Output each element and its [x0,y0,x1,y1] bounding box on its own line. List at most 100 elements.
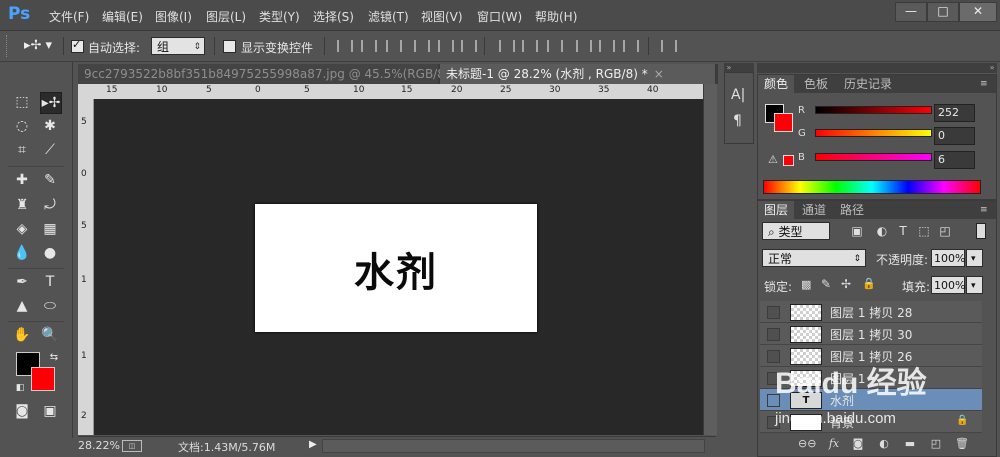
align-top-icon[interactable] [337,40,353,52]
history-brush-tool-icon[interactable]: ⤾ [40,195,60,215]
distribute-left-icon[interactable] [576,40,592,52]
menu-filter[interactable]: 滤镜(T) [368,8,409,25]
hand-tool-icon[interactable]: ✋ [12,325,32,345]
menu-help[interactable]: 帮助(H) [535,8,577,25]
canvas-text-layer[interactable]: 水剂 [255,240,537,298]
menu-window[interactable]: 窗口(W) [477,8,522,25]
tab-document-jpg[interactable]: 9cc2793522b8bf351b84975255998a87.jpg @ 4… [78,64,485,84]
pen-tool-icon[interactable]: ✒ [12,272,32,292]
eraser-tool-icon[interactable]: ◈ [12,219,32,239]
crop-tool-icon[interactable]: ⌗ [12,140,32,160]
menu-select[interactable]: 选择(S) [313,8,354,25]
lock-all-icon[interactable]: 🔒 [862,277,876,290]
paragraph-panel-icon[interactable]: ¶ [733,113,742,129]
show-transform-checkbox[interactable] [223,40,236,53]
zoom-level[interactable]: 28.22% [78,439,120,452]
tab-history[interactable]: 历史记录 [838,75,898,93]
distribute-bottom-icon[interactable] [547,40,563,52]
swap-colors-icon[interactable]: ⇆ [44,348,64,368]
visibility-toggle[interactable] [767,306,780,319]
tab-color[interactable]: 颜色 [758,75,795,93]
close-tab-icon[interactable]: × [654,67,664,81]
character-panel-icon[interactable]: A| [731,87,745,103]
dodge-tool-icon[interactable]: ● [40,243,60,263]
g-value-input[interactable]: 0 [934,127,975,145]
close-button[interactable]: ✕ [959,2,997,22]
default-colors-icon[interactable]: ◧ [10,378,30,398]
gradient-tool-icon[interactable]: ▦ [40,219,60,239]
layer-row[interactable]: 图层 1 拷贝 28 [760,301,982,323]
fill-input[interactable]: 100% [931,276,965,294]
r-value-input[interactable]: 252 [934,104,975,122]
lasso-tool-icon[interactable]: ◌ [12,116,32,136]
color-spectrum-bar[interactable] [763,180,981,194]
vertical-scrollbar[interactable] [703,84,717,435]
tab-paths[interactable]: 路径 [834,201,870,219]
filter-toggle[interactable] [976,223,986,239]
type-tool-icon[interactable]: T [40,272,60,292]
ellipse-tool-icon[interactable]: ⬭ [40,296,60,316]
tab-channels[interactable]: 通道 [796,201,832,219]
filter-adjustment-icon[interactable]: ◐ [875,224,889,238]
zoom-tool-icon[interactable]: 🔍 [40,325,60,345]
align-right-icon[interactable] [461,40,477,52]
distribute-vcenter-icon[interactable] [522,40,538,52]
status-menu-arrow-icon[interactable]: ▶ [309,439,317,450]
layer-filter-dropdown[interactable]: ⌕ 类型 [762,222,830,240]
distribute-top-icon[interactable] [499,40,515,52]
zoom-preview-icon[interactable]: ◫ [122,440,142,452]
b-value-input[interactable]: 6 [934,151,975,169]
move-tool-icon[interactable]: ▸✢ [40,92,62,114]
panels-collapse-strip[interactable]: » [757,63,997,73]
align-hcenter-icon[interactable] [438,40,454,52]
menu-view[interactable]: 视图(V) [421,8,463,25]
menu-type[interactable]: 类型(Y) [259,8,300,25]
auto-align-layers-icon[interactable] [661,40,677,52]
filter-shape-icon[interactable]: ⬚ [917,224,931,238]
b-slider[interactable] [815,153,932,161]
gamut-color-chip[interactable] [783,155,794,166]
panel-menu-icon[interactable]: ≡ [980,205,988,215]
menu-file[interactable]: 文件(F) [49,8,89,25]
tab-swatches[interactable]: 色板 [798,75,834,93]
opacity-dropdown-arrow-icon[interactable]: ▾ [966,249,983,267]
bg-color-chip[interactable] [774,113,793,132]
auto-select-dropdown[interactable]: 组 ⇕ [151,37,205,55]
menu-layer[interactable]: 图层(L) [206,8,246,25]
distribute-hcenter-icon[interactable] [599,40,615,52]
background-color-swatch[interactable] [31,367,55,391]
lock-image-icon[interactable]: ✎ [821,277,831,291]
align-left-icon[interactable] [414,40,430,52]
filter-type-icon[interactable]: T [896,224,910,238]
eyedropper-tool-icon[interactable]: ⟋ [40,140,60,160]
opacity-input[interactable]: 100% [931,249,965,267]
screen-mode-icon[interactable]: ▣ [40,401,60,421]
minimize-button[interactable]: — [895,2,927,22]
g-slider[interactable] [815,129,932,137]
move-tool-preset-icon[interactable]: ▸✢ ▾ [24,38,52,53]
blur-tool-icon[interactable]: 💧 [12,243,32,263]
layer-row[interactable]: 图层 1 拷贝 30 [760,323,982,345]
healing-brush-tool-icon[interactable]: ✚ [12,170,32,190]
r-slider[interactable] [815,106,932,114]
maximize-button[interactable]: □ [927,2,959,22]
lock-position-icon[interactable]: ✢ [841,277,851,291]
horizontal-scrollbar[interactable] [322,439,705,453]
quick-mask-icon[interactable]: ◙ [12,401,32,421]
tab-layers[interactable]: 图层 [758,201,795,219]
lock-transparent-icon[interactable]: ▩ [801,278,811,291]
auto-select-checkbox[interactable]: ✓ [71,38,84,53]
filter-smart-object-icon[interactable]: ◰ [938,224,952,238]
document-canvas[interactable]: 水剂 [255,204,537,332]
panel-menu-icon[interactable]: ≡ [980,79,988,89]
gamut-warning-icon[interactable]: ⚠ [768,153,778,166]
visibility-toggle[interactable] [767,328,780,341]
align-vcenter-icon[interactable] [361,40,377,52]
align-bottom-icon[interactable] [386,40,402,52]
brush-tool-icon[interactable]: ✎ [40,170,60,190]
fill-dropdown-arrow-icon[interactable]: ▾ [966,276,983,294]
tab-document-untitled[interactable]: 未标题-1 @ 28.2% (水剂 , RGB/8) * × [440,64,715,84]
menu-edit[interactable]: 编辑(E) [102,8,143,25]
distribute-right-icon[interactable] [623,40,639,52]
path-selection-tool-icon[interactable]: ▲ [12,296,32,316]
